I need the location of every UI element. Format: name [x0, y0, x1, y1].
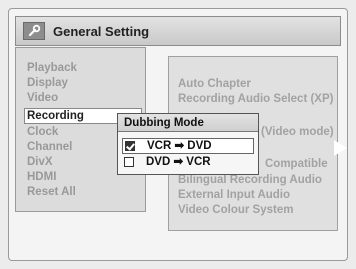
- dubbing-mode-dialog: Dubbing Mode VCR ➡ DVD DVD ➡ VCR: [117, 113, 259, 175]
- submenu-bilingual-recording-audio[interactable]: Bilingual Recording Audio: [178, 173, 322, 187]
- submenu-video-colour-system[interactable]: Video Colour System: [178, 203, 293, 217]
- submenu-compatible[interactable]: Compatible: [265, 157, 328, 171]
- wrench-icon: [23, 22, 45, 40]
- checkbox-unchecked-icon[interactable]: [124, 157, 134, 167]
- page-title: General Setting: [53, 23, 150, 39]
- menu-item-display[interactable]: Display: [27, 76, 68, 90]
- option-label: DVD ➡ VCR: [146, 156, 211, 168]
- submenu-external-input-audio[interactable]: External Input Audio: [178, 188, 290, 202]
- menu-item-video[interactable]: Video: [27, 91, 58, 105]
- option-dvd-to-vcr[interactable]: DVD ➡ VCR: [122, 155, 254, 171]
- menu-item-playback[interactable]: Playback: [27, 61, 77, 75]
- option-vcr-to-dvd[interactable]: VCR ➡ DVD: [122, 138, 254, 154]
- submenu-auto-chapter[interactable]: Auto Chapter: [178, 77, 251, 91]
- checkbox-checked-icon[interactable]: [125, 141, 135, 151]
- option-label: VCR ➡ DVD: [147, 140, 212, 152]
- dialog-title: Dubbing Mode: [118, 114, 258, 132]
- menu-item-hdmi[interactable]: HDMI: [27, 170, 56, 184]
- menu-item-divx[interactable]: DivX: [27, 155, 53, 169]
- title-bar: General Setting: [15, 16, 341, 46]
- menu-item-clock[interactable]: Clock: [27, 125, 58, 139]
- submenu-video-mode[interactable]: (Video mode): [261, 125, 334, 139]
- submenu-recording-audio-select[interactable]: Recording Audio Select (XP): [178, 92, 333, 106]
- arrow-right-icon: [334, 140, 347, 156]
- menu-item-reset-all[interactable]: Reset All: [27, 185, 76, 199]
- menu-item-channel[interactable]: Channel: [27, 140, 72, 154]
